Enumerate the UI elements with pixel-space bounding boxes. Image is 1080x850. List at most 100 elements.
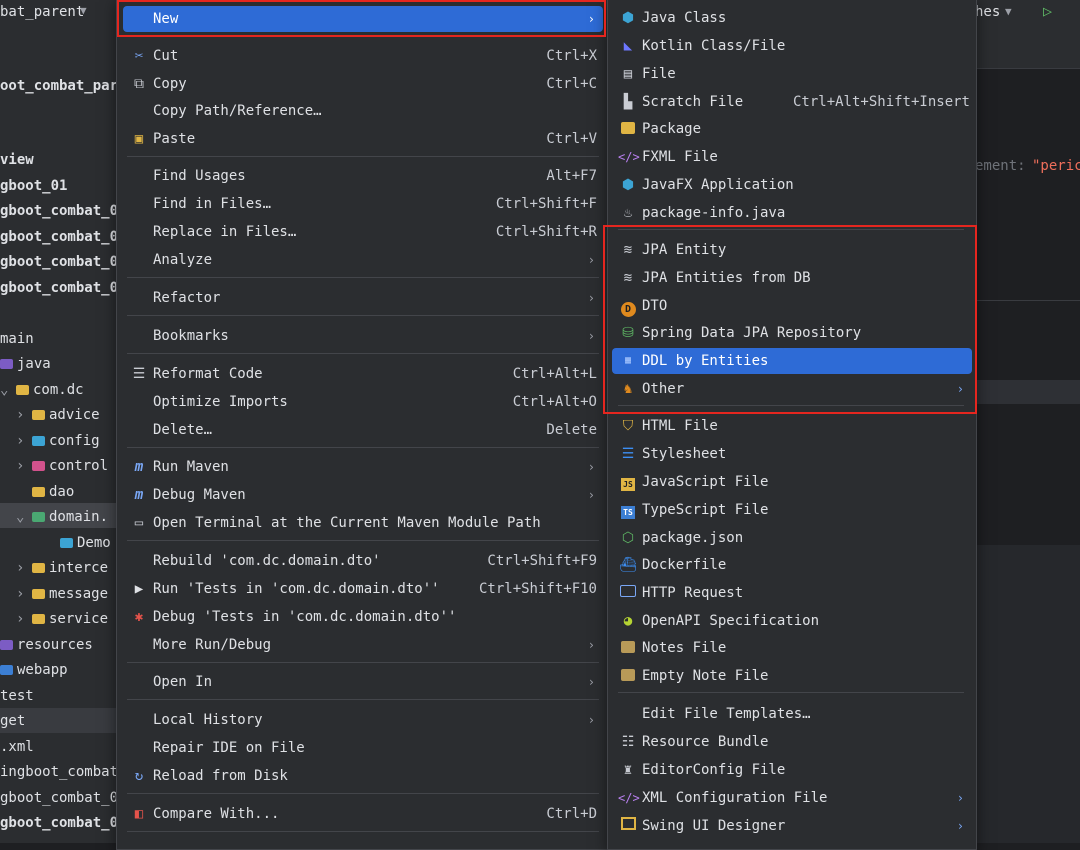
menu-item-open-in[interactable]: Open In › <box>123 669 603 695</box>
chevron-right-icon: › <box>587 460 595 474</box>
submenu-item-java-class[interactable]: ⬢ Java Class <box>612 5 972 31</box>
submenu-item-http-request[interactable]: HTTP Request <box>612 580 972 606</box>
menu-item-rebuild[interactable]: Rebuild 'com.dc.domain.dto' Ctrl+Shift+F… <box>123 548 603 574</box>
swing-designer-icon <box>618 813 638 839</box>
menu-item-reformat-code[interactable]: ☰ Reformat Code Ctrl+Alt+L <box>123 361 603 387</box>
tree-item[interactable]: gboot_combat_0 <box>0 226 117 248</box>
submenu-item-edit-templates[interactable]: Edit File Templates… <box>612 701 972 727</box>
menu-item-replace-in-files[interactable]: Replace in Files… Ctrl+Shift+R <box>123 219 603 245</box>
tree-item[interactable]: view <box>0 149 34 171</box>
tree-item[interactable]: gboot_combat_0 <box>0 812 117 834</box>
submenu-item-stylesheet[interactable]: ☰ Stylesheet <box>612 441 972 467</box>
menu-separator <box>127 315 599 316</box>
menu-separator <box>127 353 599 354</box>
submenu-item-kotlin[interactable]: ◣ Kotlin Class/File <box>612 33 972 59</box>
submenu-item-scratch-file[interactable]: ▙ Scratch File Ctrl+Alt+Shift+Insert <box>612 89 972 115</box>
menu-item-run-maven[interactable]: m Run Maven › <box>123 454 603 480</box>
submenu-item-dockerfile[interactable]: ⛴ Dockerfile <box>612 552 972 578</box>
chevron-down-icon[interactable]: ▼ <box>80 4 87 17</box>
tree-item[interactable]: › config <box>16 430 100 452</box>
menu-item-optimize-imports[interactable]: Optimize Imports Ctrl+Alt+O <box>123 389 603 415</box>
html-icon: ⛉ <box>622 418 634 434</box>
submenu-item-package-info[interactable]: ♨ package-info.java <box>612 200 972 226</box>
submenu-item-dto[interactable]: D DTO <box>612 293 972 319</box>
menu-item-new[interactable]: New › <box>123 6 603 32</box>
tree-item[interactable]: get <box>0 710 25 732</box>
chevron-right-icon: › <box>16 560 25 576</box>
submenu-item-javafx[interactable]: ⬢ JavaFX Application <box>612 172 972 198</box>
chevron-down-icon[interactable]: ▼ <box>1005 5 1012 18</box>
submenu-item-other[interactable]: ♞ Other › <box>612 376 972 402</box>
submenu-item-package-json[interactable]: ⬡ package.json <box>612 525 972 551</box>
submenu-item-html[interactable]: ⛉ HTML File <box>612 413 972 439</box>
tree-item[interactable]: test <box>0 685 34 707</box>
submenu-item-fxml[interactable]: </> FXML File <box>612 144 972 170</box>
tree-item[interactable]: dao <box>32 481 74 503</box>
submenu-item-package[interactable]: Package <box>612 116 972 142</box>
menu-item-delete[interactable]: Delete… Delete <box>123 417 603 443</box>
menu-item-more-run-debug[interactable]: More Run/Debug › <box>123 632 603 658</box>
menu-item-find-usages[interactable]: Find Usages Alt+F7 <box>123 163 603 189</box>
submenu-item-empty-note[interactable]: Empty Note File <box>612 663 972 689</box>
tree-item[interactable]: oot_combat_pare <box>0 75 117 97</box>
menu-item-copy-path[interactable]: Copy Path/Reference… <box>123 98 603 124</box>
menu-separator <box>127 662 599 663</box>
menu-item-analyze[interactable]: Analyze › <box>123 247 603 273</box>
tree-item[interactable]: ⌄ domain. <box>16 506 108 528</box>
submenu-item-file[interactable]: ▤ File <box>612 61 972 87</box>
menu-item-open-terminal[interactable]: ▭ Open Terminal at the Current Maven Mod… <box>123 510 603 536</box>
submenu-item-spring-repo[interactable]: ⛁ Spring Data JPA Repository <box>612 320 972 346</box>
tree-item[interactable]: gboot_combat_0 <box>0 200 117 222</box>
submenu-item-editorconfig[interactable]: ♜ EditorConfig File <box>612 757 972 783</box>
tree-item[interactable]: › message <box>16 583 108 605</box>
branch-selector[interactable]: hes <box>975 4 1000 20</box>
tree-item[interactable]: ⌄ com.dc <box>0 379 84 401</box>
submenu-item-xml-configuration[interactable]: </> XML Configuration File › <box>612 785 972 811</box>
other-icon: ♞ <box>623 381 633 397</box>
tree-item[interactable]: gboot_combat_0 <box>0 277 117 299</box>
tree-item[interactable]: java <box>0 353 51 375</box>
submenu-item-typescript[interactable]: TS TypeScript File <box>612 497 972 523</box>
tree-item[interactable]: main <box>0 328 34 350</box>
menu-item-bookmarks[interactable]: Bookmarks › <box>123 323 603 349</box>
submenu-item-swing-ui-designer[interactable]: Swing UI Designer › <box>612 813 972 839</box>
menu-item-cut[interactable]: ✂ Cut Ctrl+X <box>123 43 603 69</box>
tree-item[interactable]: Demo <box>60 532 111 554</box>
tree-item[interactable]: ingboot_combat <box>0 761 117 783</box>
submenu-item-resource-bundle[interactable]: ☷ Resource Bundle <box>612 729 972 755</box>
menu-item-repair-ide[interactable]: Repair IDE on File <box>123 735 603 761</box>
menu-item-compare-with[interactable]: ◧ Compare With... Ctrl+D <box>123 801 603 827</box>
tree-item[interactable]: gboot_01 <box>0 175 67 197</box>
menu-item-copy[interactable]: ⧉ Copy Ctrl+C <box>123 71 603 97</box>
tree-item[interactable]: webapp <box>0 659 68 681</box>
tree-item[interactable]: › service <box>16 608 108 630</box>
fxml-icon: </> <box>618 150 640 164</box>
submenu-item-jpa-entity[interactable]: ≋ JPA Entity <box>612 237 972 263</box>
menu-item-paste[interactable]: ▣ Paste Ctrl+V <box>123 126 603 152</box>
tree-item[interactable]: › advice <box>16 404 100 426</box>
submenu-item-javascript[interactable]: JS JavaScript File <box>612 469 972 495</box>
menu-item-refactor[interactable]: Refactor › <box>123 285 603 311</box>
menu-item-debug-tests[interactable]: ✱ Debug 'Tests in 'com.dc.domain.dto'' <box>123 604 603 630</box>
parameter-hint: ement: <box>975 158 1026 174</box>
menu-item-find-in-files[interactable]: Find in Files… Ctrl+Shift+F <box>123 191 603 217</box>
menu-item-debug-maven[interactable]: m Debug Maven › <box>123 482 603 508</box>
tree-item[interactable]: › control <box>16 455 108 477</box>
menu-item-reload-from-disk[interactable]: ↻ Reload from Disk <box>123 763 603 789</box>
menu-item-run-tests[interactable]: ▶ Run 'Tests in 'com.dc.domain.dto'' Ctr… <box>123 576 603 602</box>
submenu-item-notes[interactable]: Notes File <box>612 635 972 661</box>
editor-tabs <box>975 40 1080 69</box>
tree-item[interactable]: gboot_combat_0 <box>0 787 117 809</box>
tree-item[interactable]: › interce <box>16 557 108 579</box>
submenu-item-jpa-entities-db[interactable]: ≋ JPA Entities from DB <box>612 265 972 291</box>
tree-item[interactable]: gboot_combat_0 <box>0 251 117 273</box>
submenu-item-ddl-by-entities[interactable]: ▦ DDL by Entities <box>612 348 972 374</box>
tree-item[interactable]: resources <box>0 634 93 656</box>
run-icon[interactable]: ▷ <box>1043 2 1052 20</box>
nodejs-icon: ⬡ <box>621 530 635 546</box>
tree-item[interactable]: .xml <box>0 736 34 758</box>
webapp-folder-icon <box>0 665 13 675</box>
submenu-item-openapi[interactable]: ◕ OpenAPI Specification <box>612 608 972 634</box>
project-selector[interactable]: bat_parent <box>0 4 84 20</box>
menu-item-local-history[interactable]: Local History › <box>123 707 603 733</box>
